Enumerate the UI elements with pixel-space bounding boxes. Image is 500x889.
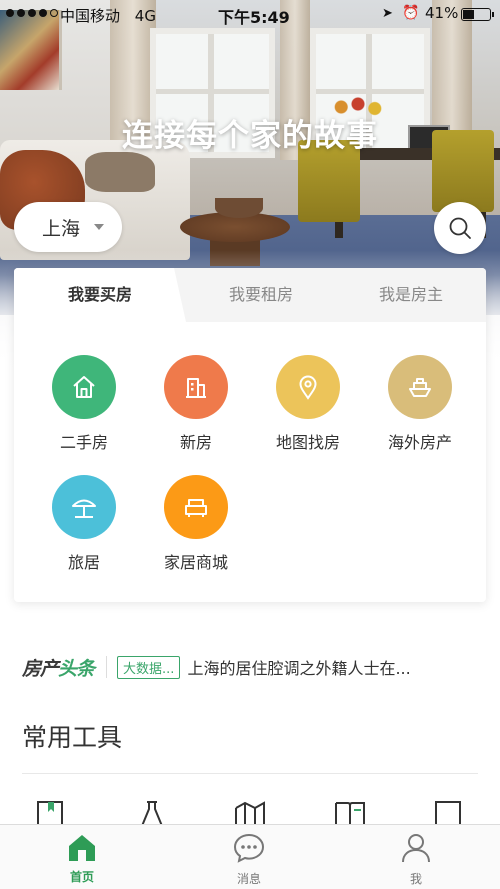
clock: 下午5:49: [218, 8, 290, 27]
wooden-bowl: [215, 198, 263, 218]
status-bar: 中国移动 4G 下午5:49 ➤ ⏰ 41%: [0, 0, 500, 28]
user-icon: [402, 834, 430, 863]
signal-dot: [28, 9, 36, 17]
news-headline[interactable]: 上海的居住腔调之外籍人士在...: [187, 655, 437, 679]
entry-label: 家居商城: [163, 553, 228, 572]
open-book-icon[interactable]: [334, 800, 366, 826]
tab-rent[interactable]: 我要租房: [186, 268, 336, 322]
tab-buy[interactable]: 我要买房: [14, 268, 186, 322]
entry-new-home[interactable]: 新房: [140, 355, 252, 453]
news-brand-part2: 头条: [58, 657, 95, 680]
section-divider: [22, 773, 478, 774]
tab-owner[interactable]: 我是房主: [336, 268, 486, 322]
entry-second-hand[interactable]: 二手房: [28, 355, 140, 453]
home-screen: 中国移动 4G 下午5:49 ➤ ⏰ 41% 连接每个家的故事 上海 我要买房 …: [0, 0, 500, 889]
nav-home[interactable]: 首页: [32, 833, 132, 885]
carrier-name: 中国移动: [60, 7, 121, 25]
entry-home-mall[interactable]: 家居商城: [140, 475, 252, 573]
entry-label: 海外房产: [387, 433, 452, 452]
bottom-tab-bar: 首页 消息 我: [0, 824, 500, 889]
divider: [106, 656, 108, 678]
entry-circle: [52, 475, 116, 539]
chat-icon: [233, 833, 265, 863]
service-card: 我要买房 我要租房 我是房主 二手房 新房 地图找房 海外房产 旅居 家居商城: [14, 268, 486, 602]
entry-circle: [164, 355, 228, 419]
entry-circle: [52, 355, 116, 419]
hero-slogan: 连接每个家的故事: [122, 118, 378, 154]
nav-me[interactable]: 我: [366, 833, 466, 887]
entry-circle: [164, 475, 228, 539]
signal-dot: [17, 9, 25, 17]
battery-percent: 41%: [425, 4, 459, 22]
news-tag: 大数据...: [117, 655, 181, 679]
city-selector[interactable]: 上海: [14, 202, 122, 252]
sofa-icon: [185, 499, 207, 517]
entry-travel-stay[interactable]: 旅居: [28, 475, 140, 573]
entry-label: 新房: [179, 433, 212, 452]
flask-icon[interactable]: [137, 800, 167, 826]
entry-circle: [276, 355, 340, 419]
nav-label: 首页: [69, 870, 94, 884]
signal-dot: [6, 9, 14, 17]
carrier-network: 中国移动 4G: [60, 5, 156, 26]
battery-icon: [461, 8, 494, 21]
location-arrow-icon: ➤: [382, 6, 393, 21]
network-type: 4G: [134, 7, 156, 25]
signal-dot: [50, 9, 58, 17]
entry-overseas[interactable]: 海外房产: [364, 355, 476, 453]
signal-dot: [39, 9, 47, 17]
entry-label: 地图找房: [275, 433, 340, 452]
building-icon: [186, 378, 206, 398]
news-ticker[interactable]: 房产头条 大数据... 上海的居住腔调之外籍人士在...: [22, 652, 482, 682]
caret-down-icon: [94, 224, 105, 230]
square-icon[interactable]: [434, 800, 462, 826]
ship-icon: [409, 378, 431, 397]
news-brand-logo: 房产头条: [22, 654, 95, 681]
beach-umbrella-icon: [72, 499, 96, 518]
nav-messages[interactable]: 消息: [199, 833, 299, 887]
nav-label: 消息: [236, 872, 261, 886]
entry-label: 旅居: [67, 553, 100, 572]
signal-strength-icon: [6, 9, 58, 17]
house-icon: [73, 376, 95, 398]
entry-map-search[interactable]: 地图找房: [252, 355, 364, 453]
home-icon: [69, 835, 95, 861]
tab-bar: 我要买房 我要租房 我是房主: [14, 268, 486, 322]
search-button[interactable]: [434, 202, 486, 254]
tools-section-title: 常用工具: [22, 723, 123, 752]
pillow: [85, 152, 155, 192]
book-icon[interactable]: [36, 800, 66, 826]
alarm-clock-icon: ⏰: [402, 5, 420, 21]
city-label: 上海: [42, 217, 81, 240]
map-pin-icon: [299, 375, 317, 400]
entry-circle: [388, 355, 452, 419]
search-icon: [449, 217, 471, 239]
map-icon[interactable]: [234, 800, 266, 826]
nav-label: 我: [409, 872, 422, 886]
news-brand-part1: 房产: [22, 657, 59, 680]
entry-label: 二手房: [59, 433, 108, 452]
